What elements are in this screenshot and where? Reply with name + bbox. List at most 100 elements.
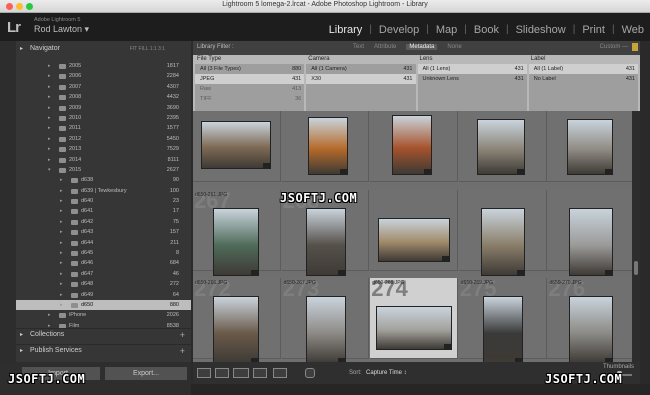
- disclosure-triangle-icon[interactable]: ▸: [60, 175, 63, 185]
- folder-row[interactable]: ▸ d638 90: [16, 175, 191, 185]
- photo-thumbnail[interactable]: [307, 117, 348, 175]
- disclosure-triangle-icon[interactable]: ▸: [48, 103, 51, 113]
- disclosure-triangle-icon[interactable]: ▸: [60, 217, 63, 227]
- photo-thumbnail[interactable]: [201, 121, 271, 169]
- navigator-zoom-options[interactable]: FIT FILL 1:1 3:1: [130, 43, 165, 55]
- module-map[interactable]: Map: [436, 24, 457, 36]
- grid-view-button[interactable]: [197, 368, 211, 378]
- thumbnail-cell[interactable]: 275 d650-269.JPG: [458, 276, 547, 362]
- folder-row[interactable]: ▸ 2010 2395: [16, 113, 191, 123]
- thumbnail-cell[interactable]: 272 d650-266.JPG: [193, 276, 281, 362]
- photo-thumbnail[interactable]: [569, 296, 614, 362]
- filter-tab-none[interactable]: None: [447, 44, 461, 50]
- photo-thumbnail[interactable]: [378, 217, 451, 262]
- compare-view-button[interactable]: [233, 368, 249, 378]
- folder-row[interactable]: ▸ 2011 1577: [16, 123, 191, 133]
- disclosure-triangle-icon[interactable]: ▸: [48, 61, 51, 71]
- grid-scrollbar[interactable]: [632, 111, 640, 362]
- disclosure-triangle-icon[interactable]: ▸: [60, 248, 63, 258]
- disclosure-triangle-icon[interactable]: ▸: [60, 258, 63, 268]
- thumbnail-cell[interactable]: [193, 111, 281, 182]
- filter-tab-text[interactable]: Text: [353, 44, 364, 50]
- photo-thumbnail[interactable]: [305, 207, 346, 276]
- user-name[interactable]: Rod Lawton ▾: [34, 24, 89, 35]
- photo-thumbnail[interactable]: [482, 296, 523, 362]
- disclosure-triangle-icon[interactable]: ▸: [60, 206, 63, 216]
- photo-thumbnail[interactable]: [213, 207, 259, 276]
- folder-row[interactable]: ▸ d642 75: [16, 217, 191, 227]
- folder-row[interactable]: ▸ d641 17: [16, 206, 191, 216]
- module-slideshow[interactable]: Slideshow: [516, 24, 566, 36]
- right-panel-edge[interactable]: [640, 41, 650, 395]
- export-button[interactable]: Export...: [105, 367, 187, 380]
- folder-row[interactable]: ▸ 2006 2284: [16, 71, 191, 81]
- filter-row[interactable]: All (1 Label) 431: [528, 64, 638, 74]
- disclosure-triangle-icon[interactable]: ▸: [60, 300, 63, 310]
- disclosure-triangle-icon[interactable]: ▸: [48, 123, 51, 133]
- module-library[interactable]: Library: [329, 24, 363, 36]
- filter-column-header[interactable]: Lens: [417, 55, 527, 64]
- add-publish-service-icon[interactable]: +: [180, 345, 185, 357]
- navigator-header[interactable]: ▸ Navigator FIT FILL 1:1 3:1: [16, 43, 191, 55]
- folder-row[interactable]: ▸ 2014 8111: [16, 155, 191, 165]
- filter-row[interactable]: TIFF 36: [195, 94, 304, 104]
- filter-row[interactable]: All (1 Camera) 431: [306, 64, 415, 74]
- disclosure-triangle-icon[interactable]: ▸: [60, 186, 63, 196]
- publish-services-header[interactable]: ▸ Publish Services +: [16, 344, 191, 356]
- filter-preset-dropdown[interactable]: Custom —: [600, 44, 628, 50]
- disclosure-triangle-icon[interactable]: ▸: [48, 134, 51, 144]
- disclosure-triangle-icon[interactable]: ▸: [48, 92, 51, 102]
- photo-thumbnail[interactable]: [213, 296, 259, 362]
- folder-row[interactable]: ▸ 2005 1817: [16, 61, 191, 71]
- module-print[interactable]: Print: [582, 24, 605, 36]
- thumbnail-cell[interactable]: [458, 189, 547, 276]
- add-collection-icon[interactable]: +: [180, 329, 185, 341]
- folder-row[interactable]: ▸ 2007 4307: [16, 82, 191, 92]
- disclosure-triangle-icon[interactable]: ▸: [60, 279, 63, 289]
- thumbnail-cell[interactable]: [458, 111, 547, 182]
- folder-row[interactable]: ▸ d646 684: [16, 258, 191, 268]
- painter-icon[interactable]: [305, 368, 315, 378]
- disclosure-triangle-icon[interactable]: ▸: [48, 155, 51, 165]
- folder-row[interactable]: ▸ iPhone 2026: [16, 310, 191, 320]
- filter-tab-attribute[interactable]: Attribute: [374, 44, 396, 50]
- thumbnail-cell[interactable]: [370, 189, 458, 271]
- left-panel-edge[interactable]: [0, 41, 16, 395]
- thumbnail-cell[interactable]: 267 d650-261.JPG: [193, 188, 281, 276]
- disclosure-triangle-icon[interactable]: ▸: [48, 113, 51, 123]
- sort-dropdown[interactable]: Capture Time ↕: [366, 370, 407, 376]
- survey-view-button[interactable]: [253, 368, 267, 378]
- module-develop[interactable]: Develop: [379, 24, 419, 36]
- disclosure-triangle-icon[interactable]: ▾: [48, 165, 51, 175]
- folder-row[interactable]: ▸ d649 64: [16, 290, 191, 300]
- photo-thumbnail[interactable]: [480, 207, 525, 276]
- disclosure-triangle-icon[interactable]: ▸: [60, 290, 63, 300]
- folder-row[interactable]: ▸ d644 211: [16, 238, 191, 248]
- disclosure-triangle-icon[interactable]: ▸: [48, 310, 51, 320]
- disclosure-triangle-icon[interactable]: ▸: [48, 144, 51, 154]
- filter-tab-metadata[interactable]: Metadata: [406, 44, 438, 50]
- disclosure-triangle-icon[interactable]: ▸: [48, 82, 51, 92]
- folder-row[interactable]: ▸ d645 8: [16, 248, 191, 258]
- folder-row[interactable]: ▸ 2012 5450: [16, 134, 191, 144]
- folder-row[interactable]: ▸ 2009 3690: [16, 103, 191, 113]
- disclosure-triangle-icon[interactable]: ▸: [60, 196, 63, 206]
- thumbnail-cell[interactable]: [547, 111, 632, 182]
- loupe-view-button[interactable]: [215, 368, 229, 378]
- filter-row[interactable]: Unknown Lens 431: [418, 74, 527, 84]
- disclosure-triangle-icon[interactable]: ▸: [60, 227, 63, 237]
- filter-row[interactable]: All (1 Lens) 431: [417, 64, 527, 74]
- filter-row[interactable]: All (3 File Types) 880: [195, 64, 304, 74]
- module-web[interactable]: Web: [622, 24, 644, 36]
- thumbnail-cell[interactable]: [281, 111, 370, 182]
- photo-thumbnail[interactable]: [376, 306, 453, 351]
- folder-row[interactable]: ▸ d640 23: [16, 196, 191, 206]
- disclosure-triangle-icon[interactable]: ▸: [60, 238, 63, 248]
- disclosure-triangle-icon[interactable]: ▸: [60, 269, 63, 279]
- thumbnail-cell[interactable]: 276 d650-270.JPG: [547, 276, 632, 362]
- module-book[interactable]: Book: [474, 24, 499, 36]
- filter-row[interactable]: No Label 431: [529, 74, 638, 84]
- filter-column-header[interactable]: Label: [528, 55, 638, 64]
- thumbnail-cell[interactable]: 274 d650-268.JPG: [370, 276, 458, 360]
- filter-row[interactable]: X30 431: [306, 74, 416, 84]
